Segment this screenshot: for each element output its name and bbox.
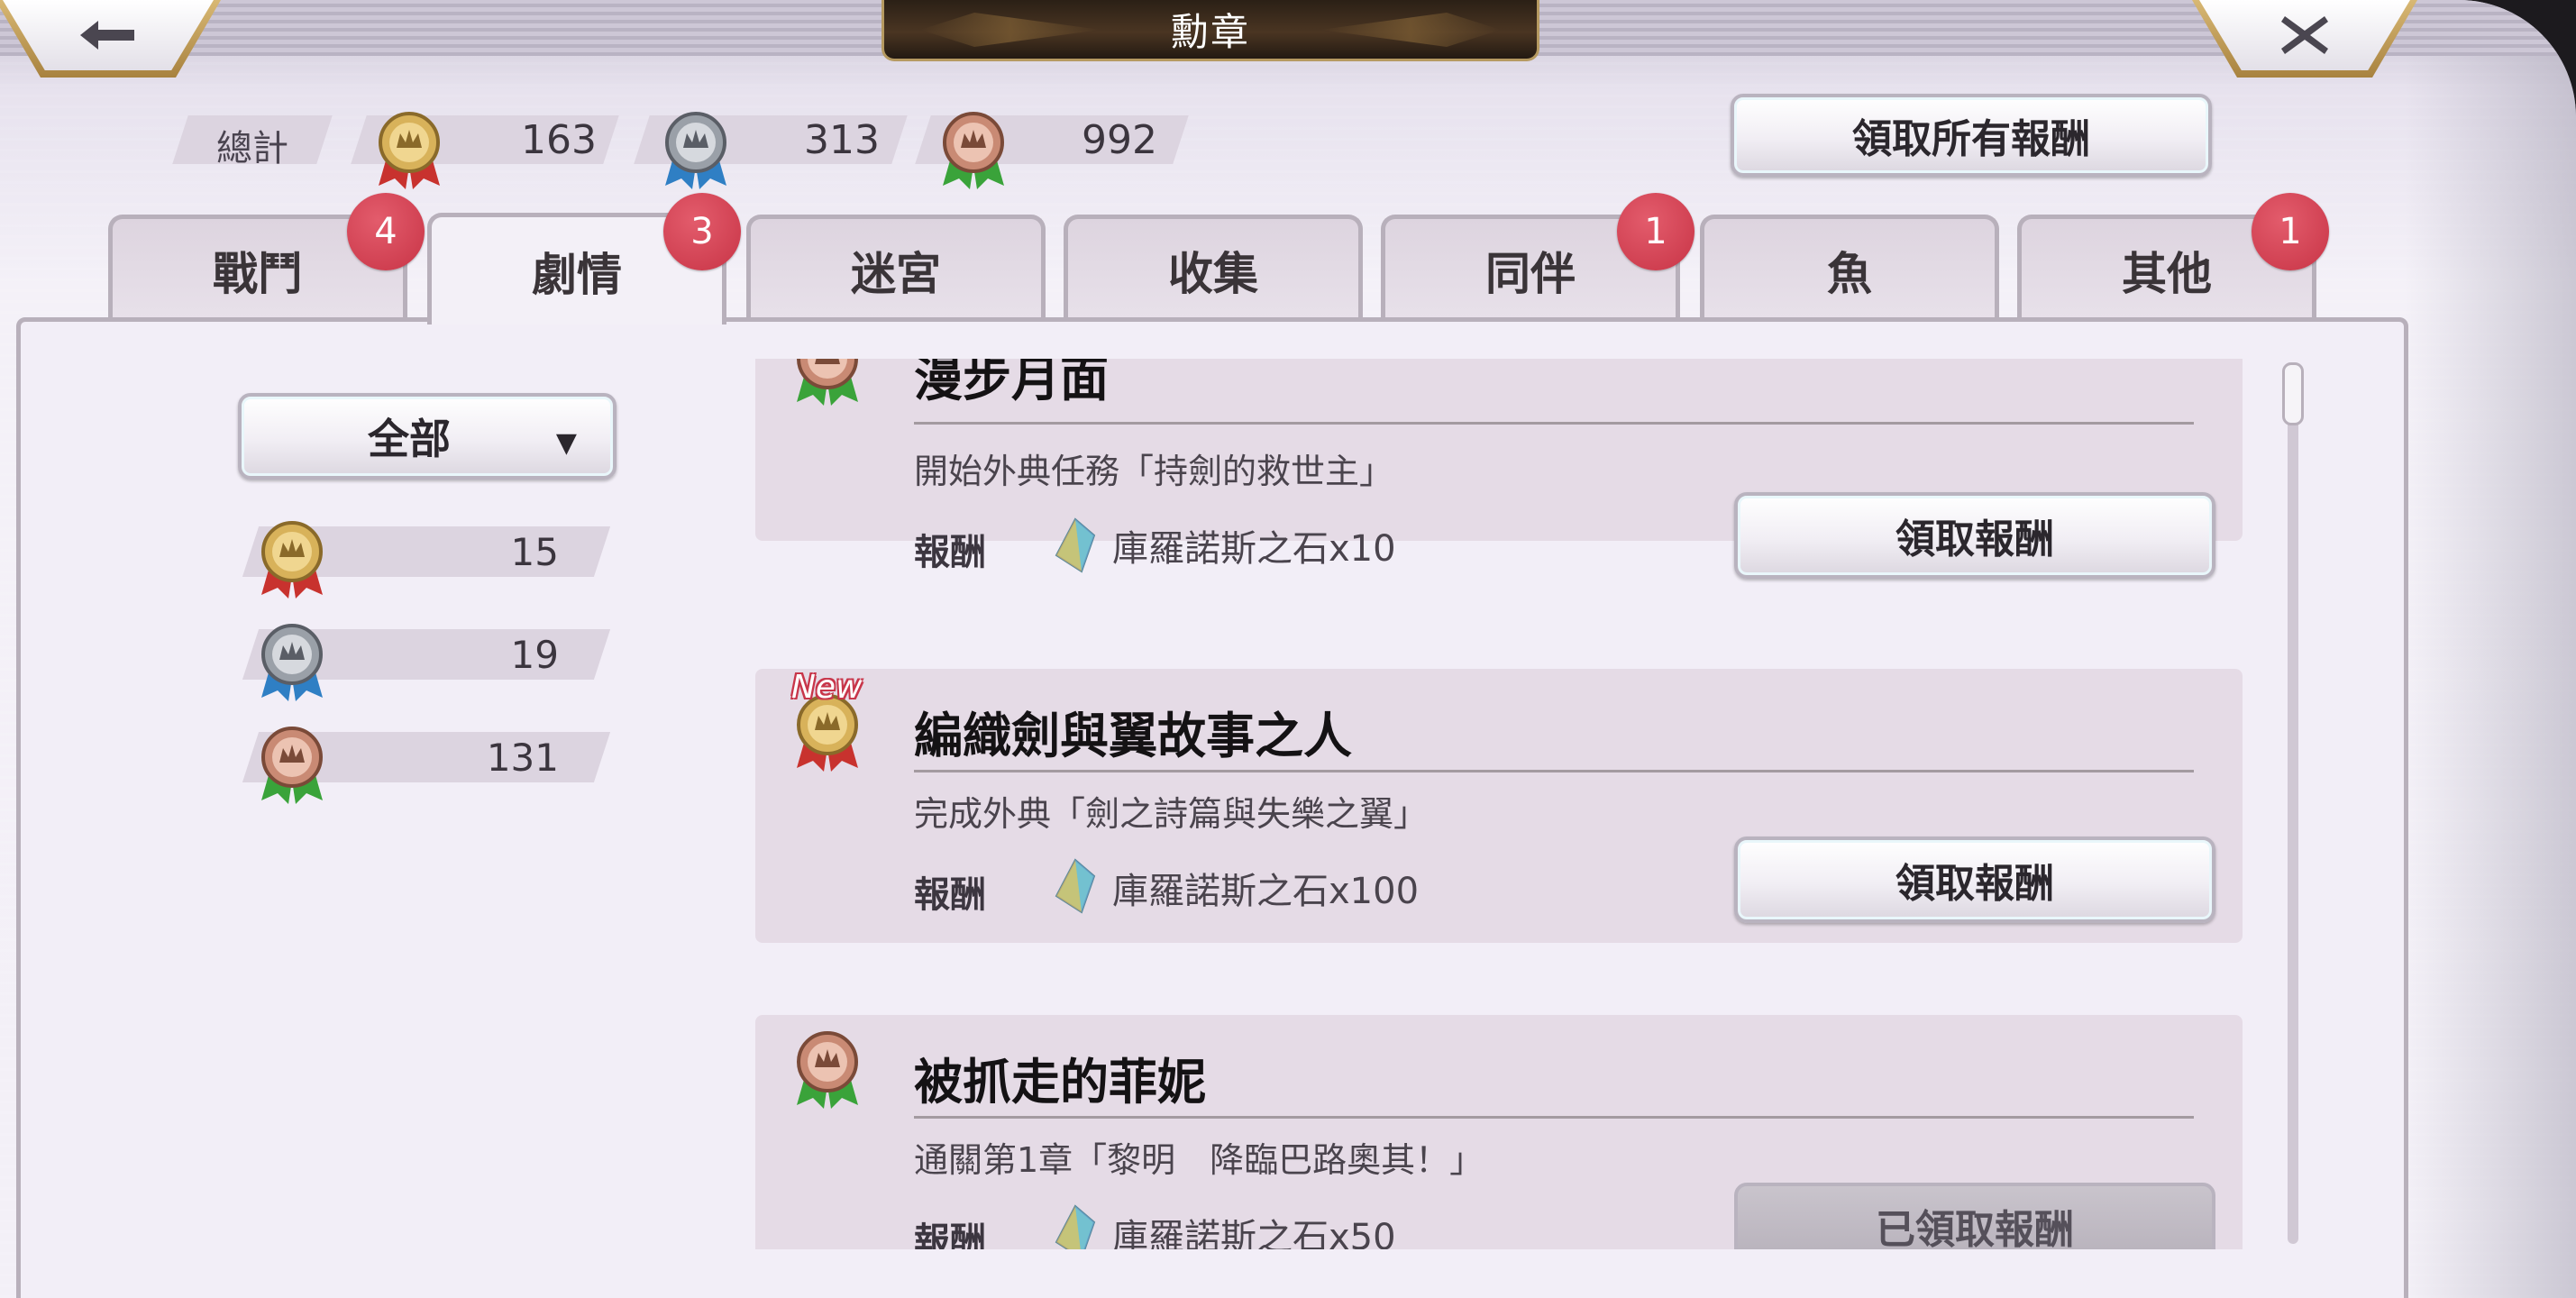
claim-reward-button[interactable]: 領取報酬 — [1734, 492, 2215, 579]
reward-label: 報酬 — [914, 873, 986, 916]
tab-companion-badge: 1 — [1617, 193, 1694, 270]
reward-text: 庫羅諾斯之石x100 — [1112, 871, 1420, 912]
title-ornament-right — [1320, 13, 1501, 47]
reward-label: 報酬 — [914, 531, 986, 573]
chronos-stone-icon — [1055, 858, 1096, 914]
page-title: 勳章 — [1170, 10, 1250, 54]
total-label: 總計 — [216, 128, 288, 169]
game-screen: 勳章 總計 163 313 992 領取所有報酬 戰鬥 劇情 迷宮 收集 同伴 … — [0, 0, 2576, 1298]
medal-card: 被抓走的菲妮 通關第1章「黎明 降臨巴路奧其！」 報酬 庫羅諾斯之石x50 已領… — [755, 1015, 2243, 1249]
back-button[interactable] — [0, 0, 221, 78]
silver-medal-icon — [261, 624, 323, 701]
tab-story-badge: 3 — [663, 193, 741, 270]
reward-text: 庫羅諾斯之石x10 — [1112, 528, 1396, 570]
medal-description: 通關第1章「黎明 降臨巴路奧其！」 — [914, 1140, 1484, 1180]
medal-title: 漫步月面 — [914, 359, 1109, 407]
bronze-medal-icon — [261, 727, 323, 804]
scrollbar-track[interactable] — [2288, 362, 2298, 1244]
filter-dropdown[interactable]: 全部 ▼ — [238, 393, 617, 480]
silver-total-value: 313 — [804, 117, 880, 163]
close-button[interactable] — [2192, 0, 2417, 78]
chronos-stone-icon — [1055, 517, 1096, 573]
gold-medal-icon — [261, 521, 323, 599]
chronos-stone-icon — [1055, 1204, 1096, 1249]
bronze-total-value: 992 — [1082, 117, 1157, 163]
tab-fish[interactable]: 魚 — [1700, 215, 1999, 321]
card-divider — [914, 1116, 2194, 1119]
filter-selected-value: 全部 — [368, 415, 451, 463]
new-tag: New — [791, 669, 863, 706]
arrow-left-icon — [80, 21, 134, 50]
silver-count-value: 19 — [510, 633, 559, 677]
gold-count-value: 15 — [510, 530, 559, 574]
bronze-medal-icon — [943, 112, 1004, 189]
medal-description: 完成外典「劍之詩篇與失樂之翼」 — [914, 794, 1429, 834]
close-x-icon — [2281, 16, 2328, 54]
gold-medal-icon — [379, 112, 440, 189]
title-plate: 勳章 — [882, 0, 1539, 61]
medal-list[interactable]: 漫步月面 開始外典任務「持劍的救世主」 報酬 庫羅諾斯之石x10 領取報酬 Ne… — [754, 359, 2246, 1249]
medal-title: 編織劍與翼故事之人 — [914, 707, 1352, 764]
bronze-count-value: 131 — [486, 736, 559, 780]
reward-label: 報酬 — [914, 1220, 986, 1249]
silver-medal-icon — [665, 112, 726, 189]
bronze-medal-icon — [797, 359, 858, 406]
gold-total-value: 163 — [521, 117, 597, 163]
bronze-medal-icon — [797, 1031, 858, 1109]
claim-reward-button[interactable]: 領取報酬 — [1734, 836, 2215, 923]
tab-other-badge: 1 — [2252, 193, 2329, 270]
title-ornament-left — [920, 13, 1101, 47]
reward-text: 庫羅諾斯之石x50 — [1112, 1217, 1396, 1249]
scrollbar-thumb[interactable] — [2282, 362, 2304, 425]
card-divider — [914, 770, 2194, 772]
tab-labyrinth[interactable]: 迷宮 — [746, 215, 1046, 321]
tab-collection[interactable]: 收集 — [1064, 215, 1363, 321]
medal-description: 開始外典任務「持劍的救世主」 — [914, 452, 1394, 491]
claim-all-rewards-button[interactable]: 領取所有報酬 — [1731, 94, 2212, 177]
frame-edge — [2405, 0, 2576, 1298]
card-divider — [914, 422, 2194, 425]
claimed-reward-button: 已領取報酬 — [1734, 1183, 2215, 1249]
medal-title: 被抓走的菲妮 — [914, 1053, 1206, 1111]
medal-card: 漫步月面 開始外典任務「持劍的救世主」 報酬 庫羅諾斯之石x10 領取報酬 — [755, 359, 2243, 579]
chevron-down-icon: ▼ — [555, 427, 577, 459]
tab-battle-badge: 4 — [347, 193, 425, 270]
medal-card: New 編織劍與翼故事之人 完成外典「劍之詩篇與失樂之翼」 報酬 庫羅諾斯之石x… — [755, 669, 2243, 943]
